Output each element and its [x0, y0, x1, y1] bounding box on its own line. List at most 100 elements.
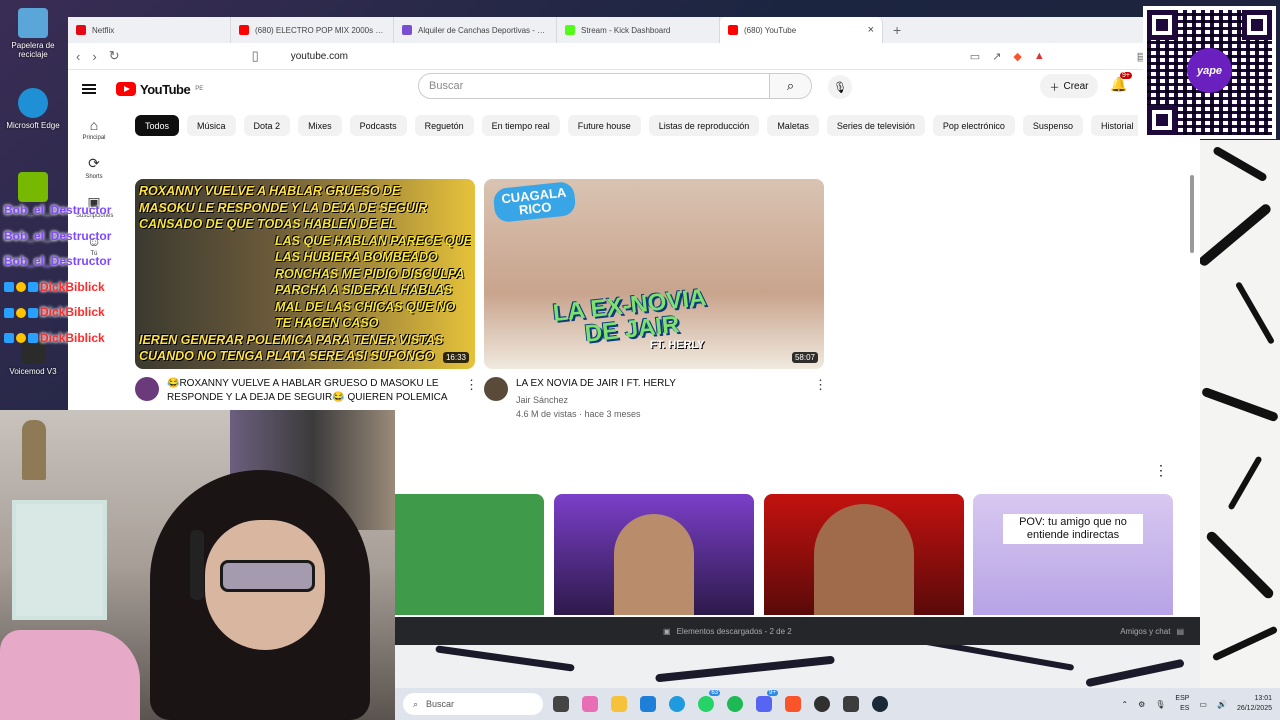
desktop-icon-nvidia[interactable]	[4, 172, 62, 205]
search-input[interactable]: Buscar	[419, 74, 769, 98]
chip-listas-de-reproducción[interactable]: Listas de reproducción	[648, 115, 760, 136]
chevron-up-icon[interactable]: ⌃	[1121, 700, 1128, 709]
channel-avatar[interactable]	[135, 377, 159, 401]
downloads-text[interactable]: Elementos descargados - 2 de 2	[677, 627, 792, 636]
time: 13:01	[1254, 695, 1272, 702]
chip-podcasts[interactable]: Podcasts	[349, 115, 407, 136]
friends-chat-icon[interactable]: ▤	[1176, 627, 1184, 636]
brave-shield-icon[interactable]: ◆	[1013, 50, 1021, 63]
taskbar-apps: 63 9+	[553, 690, 888, 712]
short-thumbnail[interactable]	[764, 494, 964, 615]
scrollbar-thumb[interactable]	[1190, 175, 1194, 253]
chat-badge-icon	[28, 282, 38, 293]
whatsapp-icon[interactable]: 63	[698, 690, 720, 712]
tab-title: (680) YouTube	[744, 25, 797, 35]
sidebar-item-shorts[interactable]: ⟳ Shorts	[76, 155, 112, 180]
friends-chat-label[interactable]: Amigos y chat	[1120, 627, 1170, 636]
notifications-bell-icon[interactable]: 🔔 9+	[1110, 72, 1132, 93]
thumbnail-line: MASOKU LE RESPONDE Y LA DEJA DE SEGUIR	[139, 200, 428, 215]
chip-música[interactable]: Música	[187, 115, 236, 136]
tab-kick[interactable]: Stream - Kick Dashboard	[557, 17, 720, 43]
video-stats: 4.6 M de vistas · hace 3 meses	[516, 409, 641, 419]
search-box[interactable]: Buscar ⌕	[418, 73, 812, 99]
short-face	[814, 504, 914, 615]
bookmark-icon[interactable]: ▯	[252, 48, 259, 64]
tab-alquiler[interactable]: Alquiler de Canchas Deportivas - Pla	[394, 17, 557, 43]
chat-badge-icon	[16, 282, 26, 293]
chip-pop-electrónico[interactable]: Pop electrónico	[932, 115, 1015, 136]
video-title[interactable]: LA EX NOVIA DE JAIR I FT. HERLY	[516, 377, 806, 391]
network-icon[interactable]: ⚙	[1138, 700, 1145, 709]
language-indicator[interactable]: ESP ES	[1175, 694, 1189, 714]
thumbnail-line: IEREN GENERAR POLEMICA PARA TENER VISTAS	[139, 332, 444, 347]
lang: ESP	[1175, 695, 1190, 702]
steam-icon[interactable]	[872, 696, 888, 712]
store-icon[interactable]	[640, 696, 656, 712]
close-tab-icon[interactable]: ×	[868, 24, 874, 36]
search-icon[interactable]: ⌕	[769, 74, 811, 98]
chip-series-de-televisión[interactable]: Series de televisión	[826, 115, 925, 136]
desktop-icon-label: Microsoft Edge	[6, 121, 60, 130]
thumbnail-line: CUANDO NO TENGA PLATA SERE ASI SUPONGO	[139, 349, 435, 363]
edge-icon[interactable]	[669, 696, 685, 712]
yape-logo: yape	[1187, 48, 1232, 93]
chip-maletas[interactable]: Maletas	[767, 115, 819, 136]
short-thumbnail[interactable]: POV: tu amigo que no entiende indirectas	[973, 494, 1173, 615]
task-view-icon[interactable]	[553, 696, 569, 712]
channel-name[interactable]: Jair Sánchez	[516, 393, 806, 407]
sidebar-item-principal[interactable]: ⌂ Principal	[76, 117, 112, 141]
desktop-icon-recycle-bin[interactable]: Papelera de reciclaje	[4, 8, 62, 59]
volume-icon[interactable]: 🔊	[1217, 700, 1227, 709]
forward-icon[interactable]: ›	[92, 49, 96, 64]
video-card[interactable]: ROXANNY VUELVE A HABLAR GRUESO DE MASOKU …	[135, 179, 478, 419]
tab-netflix[interactable]: Netflix	[68, 17, 231, 43]
install-icon[interactable]: ▭	[970, 50, 980, 63]
tab-electro-pop[interactable]: (680) ELECTRO POP MIX 2000s | DAV	[231, 17, 394, 43]
brave-icon[interactable]	[785, 696, 801, 712]
pillow	[0, 630, 140, 720]
chip-dota-2[interactable]: Dota 2	[243, 115, 291, 136]
discord-icon[interactable]: 9+	[756, 690, 778, 712]
reload-icon[interactable]: ↻	[109, 48, 120, 64]
create-label: Crear	[1063, 80, 1089, 92]
brave-rewards-icon[interactable]: ▲	[1034, 50, 1045, 62]
wifi-icon[interactable]: ▭	[1199, 700, 1207, 709]
address-field[interactable]: youtube.com	[271, 51, 958, 62]
more-options-icon[interactable]: ⋮	[814, 377, 827, 421]
chip-mixes[interactable]: Mixes	[298, 115, 342, 136]
create-button[interactable]: ＋ Crear	[1040, 74, 1098, 98]
short-thumbnail[interactable]	[554, 494, 754, 615]
video-thumbnail[interactable]: CUAGALA RICO LA EX-NOVIA DE JAIR FT. HERLY…	[484, 179, 824, 369]
taskbar-search[interactable]: ⌕ Buscar	[403, 693, 543, 715]
netflix-icon	[76, 25, 86, 35]
chip-suspenso[interactable]: Suspenso	[1022, 115, 1083, 136]
desktop-icon-edge[interactable]: Microsoft Edge	[4, 88, 62, 130]
clock[interactable]: 13:01 26/12/2025	[1237, 694, 1272, 714]
video-card[interactable]: CUAGALA RICO LA EX-NOVIA DE JAIR FT. HERLY…	[484, 179, 827, 421]
menu-icon[interactable]	[82, 84, 96, 94]
file-explorer-icon[interactable]	[611, 696, 627, 712]
thumbnail-line: ROXANNY VUELVE A HABLAR GRUESO DE	[139, 184, 401, 198]
back-icon[interactable]: ‹	[76, 49, 80, 64]
tab-youtube[interactable]: (680) YouTube ×	[720, 17, 883, 43]
more-options-icon[interactable]: ⋮	[465, 377, 478, 419]
chip-future-house[interactable]: Future house	[567, 115, 641, 136]
chip-todos[interactable]: Todos	[135, 115, 180, 136]
youtube-logo[interactable]: YouTube PE	[116, 82, 203, 97]
chip-historial[interactable]: Historial	[1090, 115, 1138, 136]
app-icon[interactable]	[843, 696, 859, 712]
share-icon[interactable]: ↗	[992, 50, 1001, 63]
shorts-more-icon[interactable]: ⋮	[1154, 462, 1168, 479]
obs-icon[interactable]	[814, 696, 830, 712]
chip-en-tiempo-real[interactable]: En tiempo real	[481, 115, 560, 136]
microphone-icon[interactable]: 🎙	[828, 75, 852, 99]
trophy	[22, 420, 46, 480]
new-tab-button[interactable]: +	[883, 22, 911, 38]
chip-reguetón[interactable]: Reguetón	[414, 115, 474, 136]
copilot-icon[interactable]	[582, 696, 598, 712]
mic-muted-icon[interactable]: 🎙	[1155, 700, 1165, 709]
channel-avatar[interactable]	[484, 377, 508, 401]
desktop-icon-voicemod[interactable]: Voicemod V3	[4, 340, 62, 376]
video-thumbnail[interactable]: ROXANNY VUELVE A HABLAR GRUESO DE MASOKU …	[135, 179, 475, 369]
spotify-icon[interactable]	[727, 696, 743, 712]
